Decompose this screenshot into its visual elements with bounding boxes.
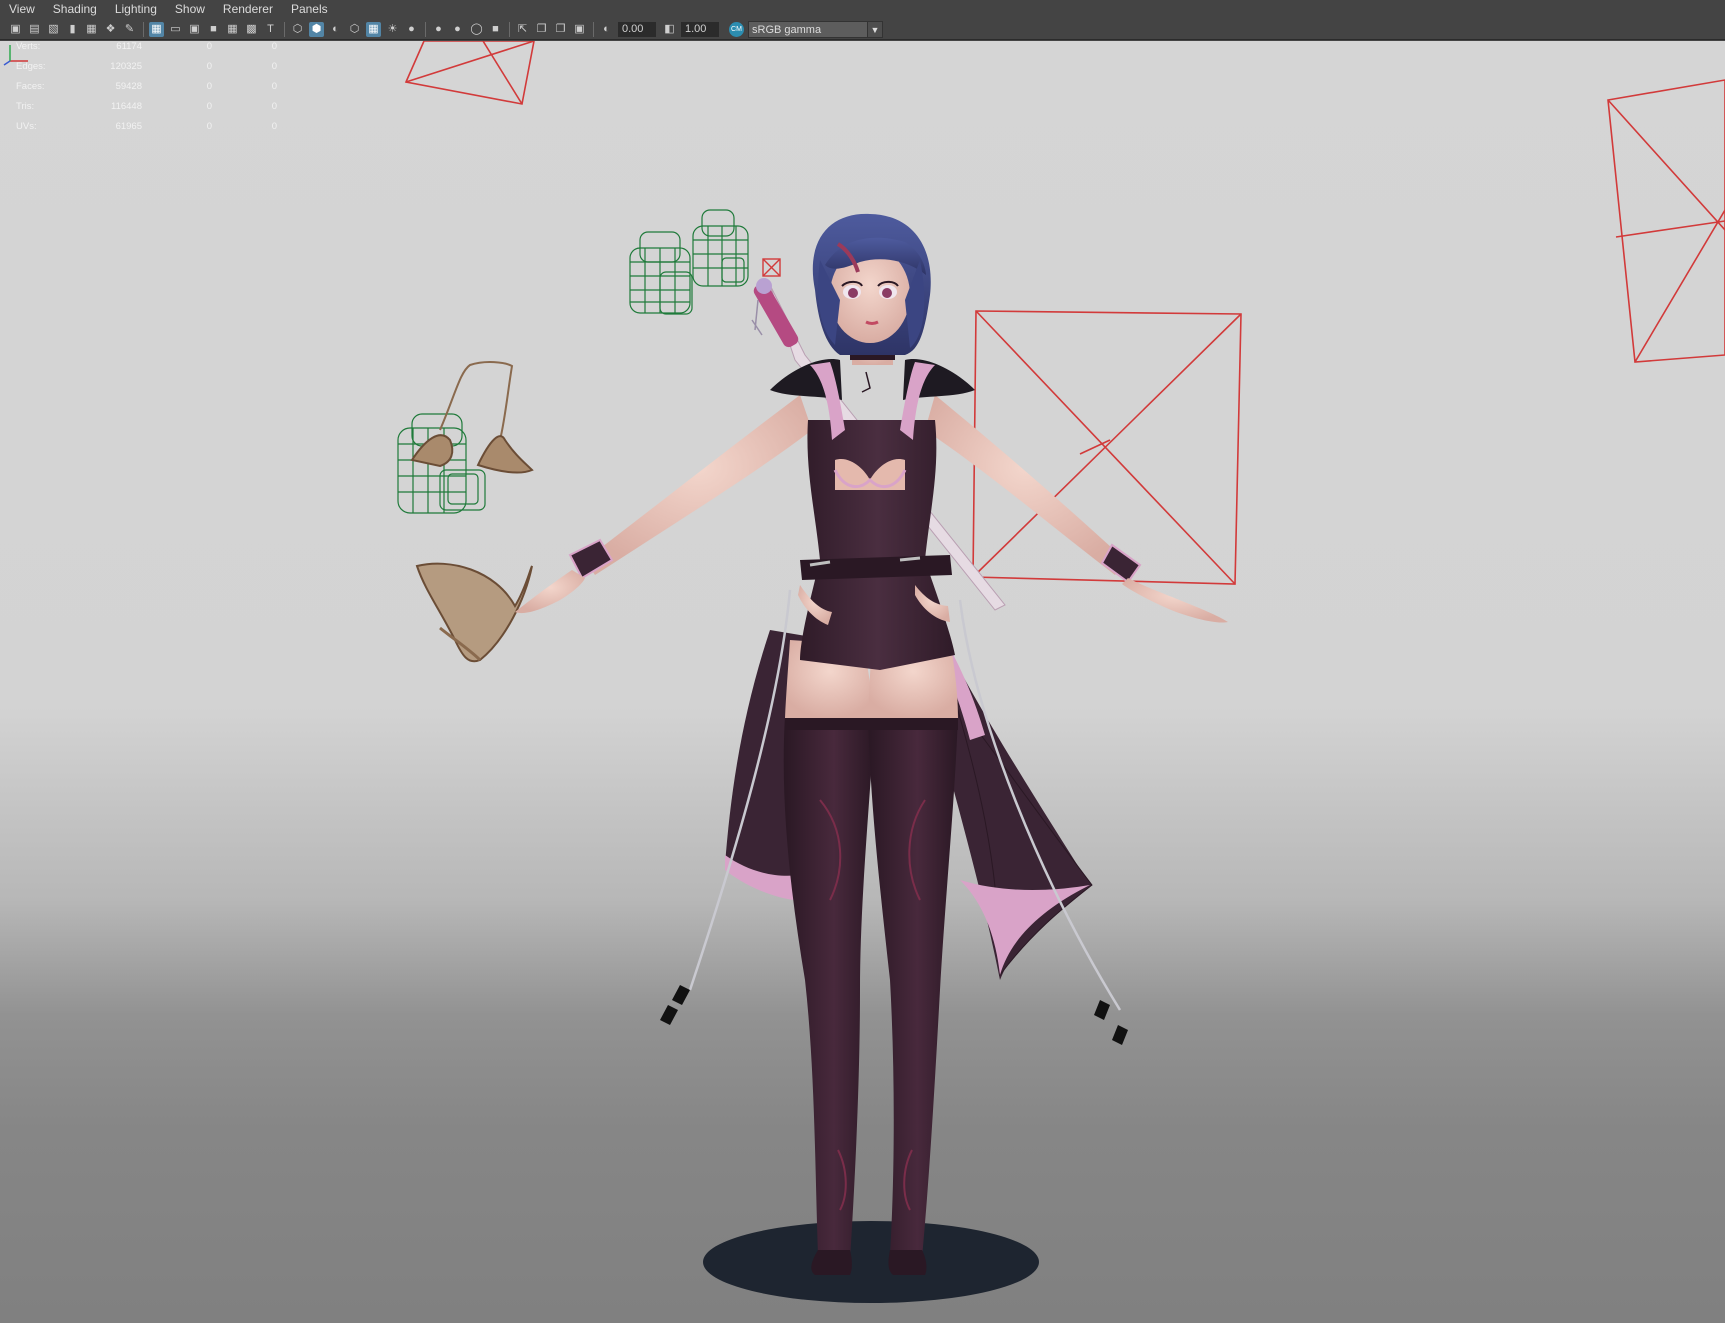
field-chart-icon[interactable]: ▦ <box>225 22 240 37</box>
menu-lighting[interactable]: Lighting <box>106 0 166 19</box>
color-management-icon[interactable]: CM <box>729 21 744 37</box>
safe-title-icon[interactable]: T <box>263 22 278 37</box>
toolbar-separator <box>425 21 426 37</box>
default-material-icon[interactable]: ◐ <box>328 22 343 37</box>
resolution-gate-icon[interactable]: ▣ <box>187 22 202 37</box>
hud-value-object: 120325 <box>110 61 142 72</box>
hud-row-edges: Edges: 120325 0 0 <box>16 61 277 81</box>
wireframe-box-small <box>762 258 781 277</box>
view-transform-value: sRGB gamma <box>752 23 822 36</box>
film-gate-icon[interactable]: ▭ <box>168 22 183 37</box>
camera-attributes-icon[interactable]: ▤ <box>27 22 42 37</box>
motion-blur-icon[interactable]: ● <box>450 22 465 37</box>
poly-count-hud: Verts: 61174 0 0 Edges: 120325 0 0 Faces… <box>16 41 277 141</box>
hud-value-selected: 0 <box>206 61 212 72</box>
gamma-icon[interactable]: ◧ <box>662 22 677 37</box>
gate-mask-icon[interactable]: ■ <box>206 22 221 37</box>
gamma-field[interactable]: 1.00 <box>681 21 719 37</box>
xray-icon[interactable]: ❐ <box>534 22 549 37</box>
image-plane-icon[interactable]: ▦ <box>84 22 99 37</box>
character-model <box>515 213 1228 1275</box>
view-axis-icon <box>3 45 28 66</box>
toolbar-separator <box>143 21 144 37</box>
bikini-top-model <box>410 361 534 474</box>
smooth-shade-icon[interactable]: ⬢ <box>309 21 324 37</box>
wireframe-box-center <box>972 310 1242 585</box>
2d-pan-zoom-icon[interactable]: ❖ <box>103 22 118 37</box>
chevron-down-icon: ▼ <box>867 21 882 37</box>
menu-view[interactable]: View <box>0 0 44 19</box>
perspective-viewport[interactable]: Verts: 61174 0 0 Edges: 120325 0 0 Faces… <box>0 41 1725 1323</box>
wireframe-box-right <box>1607 79 1725 363</box>
floor-disk <box>703 1221 1039 1303</box>
select-camera-icon[interactable]: ▣ <box>8 22 23 37</box>
hud-value-object: 61965 <box>115 121 142 132</box>
hud-value-selected: 0 <box>206 41 212 52</box>
menu-shading[interactable]: Shading <box>44 0 106 19</box>
textured-icon[interactable]: ▦ <box>366 21 381 37</box>
hud-label: UVs: <box>16 121 37 132</box>
hud-value-object: 116448 <box>111 101 142 112</box>
hud-row-verts: Verts: 61174 0 0 <box>16 41 277 61</box>
hud-value-component: 0 <box>271 61 277 72</box>
hud-value-selected: 0 <box>206 81 212 92</box>
hud-value-object: 61174 <box>116 41 142 52</box>
toolbar-separator <box>284 21 285 37</box>
maya-viewport-window: View Shading Lighting Show Renderer Pane… <box>0 0 1725 1323</box>
depth-of-field-icon[interactable]: ■ <box>488 22 503 37</box>
hud-row-tris: Tris: 116448 0 0 <box>16 101 277 121</box>
grid-icon[interactable]: ▦ <box>149 21 164 37</box>
bookmark-icon[interactable]: ▮ <box>65 22 80 37</box>
hud-value-component: 0 <box>271 121 277 132</box>
use-all-lights-icon[interactable]: ☀ <box>385 22 400 37</box>
hud-value-selected: 0 <box>206 121 212 132</box>
bikini-bottom-model <box>415 562 533 663</box>
exposure-field[interactable]: 0.00 <box>618 21 656 37</box>
xray-joints-icon[interactable]: ▣ <box>572 22 587 37</box>
hud-label: Faces: <box>16 81 45 92</box>
wireframe-box-top-left <box>404 41 535 105</box>
ambient-occlusion-icon[interactable]: ● <box>431 22 446 37</box>
isolate-select-icon[interactable]: ⇱ <box>515 22 530 37</box>
hud-row-uvs: UVs: 61965 0 0 <box>16 121 277 141</box>
hud-label: Tris: <box>16 101 35 112</box>
menu-panels[interactable]: Panels <box>282 0 337 19</box>
panel-menu-bar: View Shading Lighting Show Renderer Pane… <box>0 0 1725 19</box>
hud-value-component: 0 <box>271 41 277 52</box>
shadows-icon[interactable]: ● <box>404 22 419 37</box>
scene-render <box>397 41 1725 1303</box>
exposure-icon[interactable]: ◐ <box>599 22 614 37</box>
anti-aliasing-icon[interactable]: ◯ <box>469 22 484 37</box>
hud-row-faces: Faces: 59428 0 0 <box>16 81 277 101</box>
wireframe-icon[interactable]: ⬡ <box>290 22 305 37</box>
safe-action-icon[interactable]: ▩ <box>244 22 259 37</box>
hud-value-component: 0 <box>271 81 277 92</box>
hud-value-component: 0 <box>271 101 277 112</box>
menu-renderer[interactable]: Renderer <box>214 0 282 19</box>
xray-active-components-icon[interactable]: ❐ <box>553 22 568 37</box>
bookmarks-icon[interactable]: ▧ <box>46 22 61 37</box>
toolbar-separator <box>593 21 594 37</box>
grease-pencil-icon[interactable]: ✎ <box>122 22 137 37</box>
wireframe-on-shaded-icon[interactable]: ⬡ <box>347 22 362 37</box>
view-transform-dropdown[interactable]: sRGB gamma ▼ <box>748 20 883 38</box>
toolbar-separator <box>509 21 510 37</box>
panel-toolbar: ▣ ▤ ▧ ▮ ▦ ❖ ✎ ▦ ▭ ▣ ■ ▦ ▩ T ⬡ ⬢ ◐ ⬡ ▦ ☀ … <box>0 19 1725 40</box>
green-wireframe-cage-upper <box>629 209 749 315</box>
hud-value-selected: 0 <box>206 101 212 112</box>
menu-show[interactable]: Show <box>166 0 214 19</box>
hud-value-object: 59428 <box>115 81 142 92</box>
